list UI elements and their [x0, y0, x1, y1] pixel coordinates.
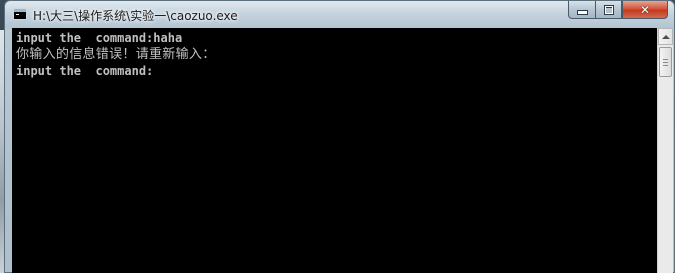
window-title: H:\大三\操作系统\实验一\caozuo.exe: [33, 9, 238, 23]
console-line: input the command:haha: [16, 31, 183, 45]
grip-line: [663, 62, 668, 63]
console-output[interactable]: input the command:haha 你输入的信息错误！请重新输入： i…: [12, 28, 657, 273]
close-icon: ✕: [639, 2, 651, 17]
scroll-up-button[interactable]: [658, 28, 673, 45]
arrow-up-icon: [661, 34, 670, 39]
minimize-button[interactable]: [568, 1, 595, 19]
close-button[interactable]: ✕: [622, 1, 668, 19]
scroll-thumb[interactable]: [659, 47, 672, 77]
grip-line: [663, 65, 668, 66]
window-controls: ✕: [568, 1, 668, 20]
vertical-scrollbar[interactable]: [657, 28, 673, 273]
console-line: 你输入的信息错误！请重新输入：: [16, 47, 216, 62]
desktop-background: H:\大三\操作系统\实验一\caozuo.exe ✕ input the co…: [0, 0, 675, 273]
console-prompt-line: input the command:: [16, 64, 154, 78]
title-bar[interactable]: H:\大三\操作系统\实验一\caozuo.exe ✕: [5, 1, 674, 28]
grip-line: [663, 59, 668, 60]
minimize-icon: [576, 10, 588, 15]
console-app-icon[interactable]: [13, 8, 27, 20]
maximize-icon: [603, 4, 614, 15]
console-window: H:\大三\操作系统\实验一\caozuo.exe ✕ input the co…: [4, 0, 675, 273]
maximize-button[interactable]: [595, 1, 622, 19]
